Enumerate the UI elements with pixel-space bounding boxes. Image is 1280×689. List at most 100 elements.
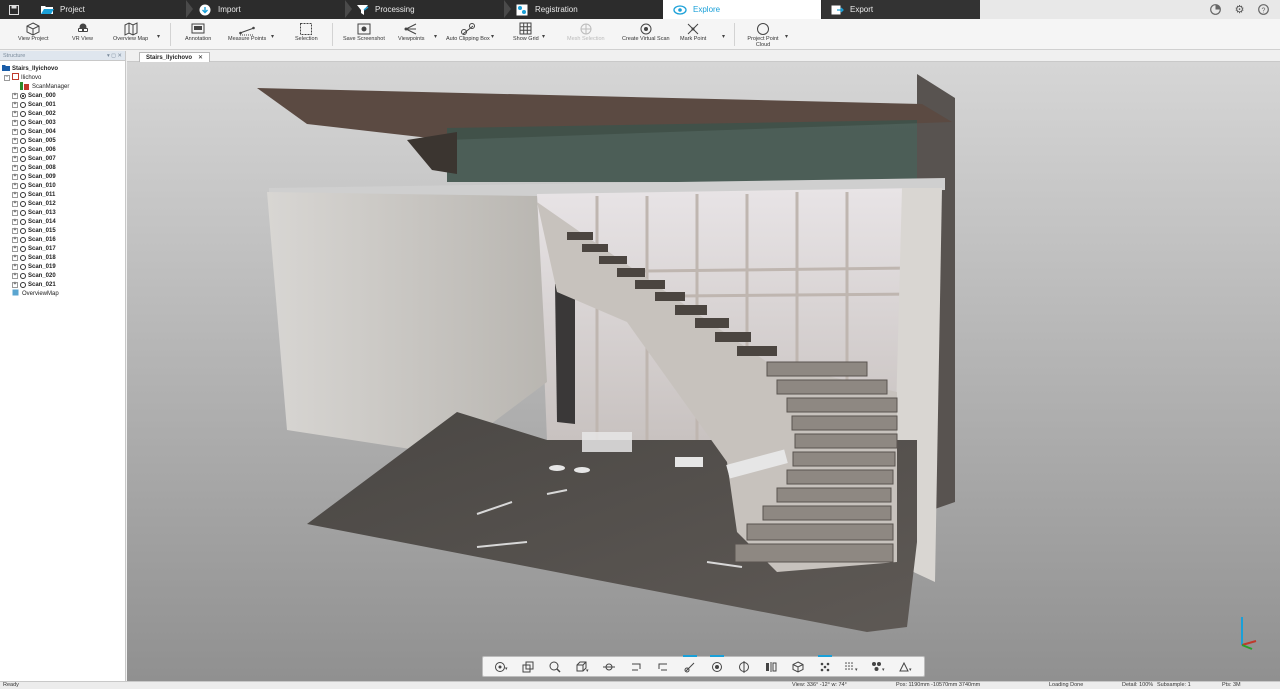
- measure-points-button[interactable]: Measure Points: [228, 21, 266, 49]
- expand-icon[interactable]: +: [12, 191, 18, 198]
- expand-icon[interactable]: +: [12, 218, 18, 225]
- rotate-left-icon[interactable]: [627, 659, 645, 675]
- split-view-icon[interactable]: [600, 659, 618, 675]
- expand-icon[interactable]: +: [12, 200, 18, 207]
- expand-icon[interactable]: +: [12, 263, 18, 270]
- rotate-right-icon[interactable]: [654, 659, 672, 675]
- clipping-icon[interactable]: [681, 654, 699, 675]
- viewpoints-dropdown[interactable]: ▾: [434, 33, 437, 40]
- help-icon[interactable]: ?: [1257, 3, 1270, 16]
- project-point-cloud-dropdown[interactable]: ▾: [785, 33, 788, 40]
- tree-scan-item[interactable]: + Scan_019: [0, 262, 125, 271]
- 3d-viewport[interactable]: ▾ ▾ ▾ ▾ ▾: [127, 62, 1280, 681]
- viewpoints-button[interactable]: Viewpoints: [398, 21, 425, 49]
- target-view-icon[interactable]: [708, 654, 726, 675]
- close-icon[interactable]: ✕: [198, 54, 203, 61]
- tree-scan-item[interactable]: + Scan_012: [0, 199, 125, 208]
- panel-controls[interactable]: ▾ ◻ ✕: [107, 53, 122, 59]
- expand-icon[interactable]: +: [12, 182, 18, 189]
- tab-import[interactable]: Import: [198, 0, 241, 19]
- expand-icon[interactable]: +: [12, 272, 18, 279]
- section-icon[interactable]: [762, 659, 780, 675]
- cube-view-icon[interactable]: [789, 659, 807, 675]
- expand-icon[interactable]: +: [12, 209, 18, 216]
- points-icon[interactable]: [816, 654, 834, 675]
- tree-scan-item[interactable]: + Scan_015: [0, 226, 125, 235]
- tab-export[interactable]: Export: [830, 0, 873, 19]
- measure-points-dropdown[interactable]: ▾: [271, 33, 274, 40]
- overview-map-dropdown[interactable]: ▾: [157, 33, 160, 40]
- tree-overview-map[interactable]: OverviewMap: [0, 289, 125, 298]
- tree-scan-item[interactable]: + Scan_004: [0, 127, 125, 136]
- expand-icon[interactable]: +: [12, 146, 18, 153]
- expand-icon[interactable]: +: [12, 173, 18, 180]
- tree-scan-item[interactable]: + Scan_020: [0, 271, 125, 280]
- vr-view-button[interactable]: VR View: [72, 21, 93, 49]
- document-tab[interactable]: Stairs_Ilyichovo ✕: [139, 52, 211, 62]
- tree-scan-item[interactable]: + Scan_014: [0, 217, 125, 226]
- tree-scan-item[interactable]: + Scan_003: [0, 118, 125, 127]
- expand-icon[interactable]: +: [12, 254, 18, 261]
- mark-point-button[interactable]: Mark Point: [680, 21, 706, 49]
- collapse-icon[interactable]: −: [4, 74, 10, 81]
- tree-project[interactable]: Stairs_Ilyichovo: [0, 64, 125, 73]
- save-screenshot-button[interactable]: Save Screenshot: [343, 21, 385, 49]
- expand-icon[interactable]: +: [12, 101, 18, 108]
- app-menu-button[interactable]: [0, 0, 28, 19]
- tree-scan-item[interactable]: + Scan_007: [0, 154, 125, 163]
- expand-icon[interactable]: +: [12, 245, 18, 252]
- expand-icon[interactable]: +: [12, 227, 18, 234]
- pie-chart-icon[interactable]: [1209, 3, 1222, 16]
- auto-clipping-box-button[interactable]: Auto Clipping Box: [446, 21, 490, 49]
- tree-scan-item[interactable]: + Scan_010: [0, 181, 125, 190]
- tree-scan-item[interactable]: + Scan_021: [0, 280, 125, 289]
- expand-icon[interactable]: +: [12, 281, 18, 288]
- expand-icon[interactable]: +: [12, 155, 18, 162]
- expand-icon[interactable]: +: [12, 128, 18, 135]
- expand-icon[interactable]: +: [12, 137, 18, 144]
- tree-scan-item[interactable]: + Scan_008: [0, 163, 125, 172]
- tree-scan-item[interactable]: + Scan_000: [0, 91, 125, 100]
- tab-processing[interactable]: Processing: [355, 0, 415, 19]
- expand-icon[interactable]: +: [12, 119, 18, 126]
- render-settings-icon[interactable]: ▾: [897, 659, 915, 675]
- tab-explore[interactable]: Explore: [663, 0, 821, 19]
- navigation-mode-icon[interactable]: ▾: [492, 659, 510, 675]
- view-project-button[interactable]: View Project: [18, 21, 48, 49]
- tree-scan-item[interactable]: + Scan_009: [0, 172, 125, 181]
- tab-registration[interactable]: Registration: [515, 0, 578, 19]
- tree-scan-item[interactable]: + Scan_018: [0, 253, 125, 262]
- tree-scan-item[interactable]: + Scan_011: [0, 190, 125, 199]
- tree-scan-item[interactable]: + Scan_016: [0, 235, 125, 244]
- copy-view-icon[interactable]: [519, 659, 537, 675]
- gear-icon[interactable]: ⚙: [1233, 3, 1246, 16]
- mirror-icon[interactable]: [735, 659, 753, 675]
- expand-icon[interactable]: +: [12, 236, 18, 243]
- point-density-icon[interactable]: ▾: [843, 659, 861, 675]
- tree-scan-manager[interactable]: ScanManager: [0, 81, 125, 91]
- tab-project[interactable]: Project: [40, 0, 85, 19]
- show-grid-dropdown[interactable]: ▾: [542, 33, 545, 40]
- expand-icon[interactable]: +: [12, 110, 18, 117]
- mark-point-dropdown[interactable]: ▾: [722, 33, 725, 40]
- create-virtual-scan-button[interactable]: Create Virtual Scan: [622, 21, 670, 49]
- tree-scan-item[interactable]: + Scan_001: [0, 100, 125, 109]
- show-grid-button[interactable]: Show Grid: [513, 21, 539, 49]
- project-point-cloud-button[interactable]: Project Point Cloud: [746, 21, 780, 49]
- expand-icon[interactable]: +: [12, 164, 18, 171]
- tree-scan-item[interactable]: + Scan_002: [0, 109, 125, 118]
- mesh-selection-button[interactable]: Mesh Selection: [567, 21, 605, 49]
- expand-icon[interactable]: +: [12, 92, 18, 99]
- overview-map-button[interactable]: Overview Map: [113, 21, 148, 49]
- selection-button[interactable]: Selection: [295, 21, 318, 49]
- zoom-icon[interactable]: [546, 659, 564, 675]
- tree-scan-item[interactable]: + Scan_017: [0, 244, 125, 253]
- tree-cluster[interactable]: − Ilichovo: [0, 73, 125, 82]
- annotation-button[interactable]: Annotation: [185, 21, 211, 49]
- tree-scan-item[interactable]: + Scan_006: [0, 145, 125, 154]
- color-mode-icon[interactable]: ▾: [870, 659, 888, 675]
- tree-scan-item[interactable]: + Scan_013: [0, 208, 125, 217]
- tree-scan-item[interactable]: + Scan_005: [0, 136, 125, 145]
- box-view-icon[interactable]: ▾: [573, 659, 591, 675]
- auto-clipping-dropdown[interactable]: ▾: [491, 33, 494, 40]
